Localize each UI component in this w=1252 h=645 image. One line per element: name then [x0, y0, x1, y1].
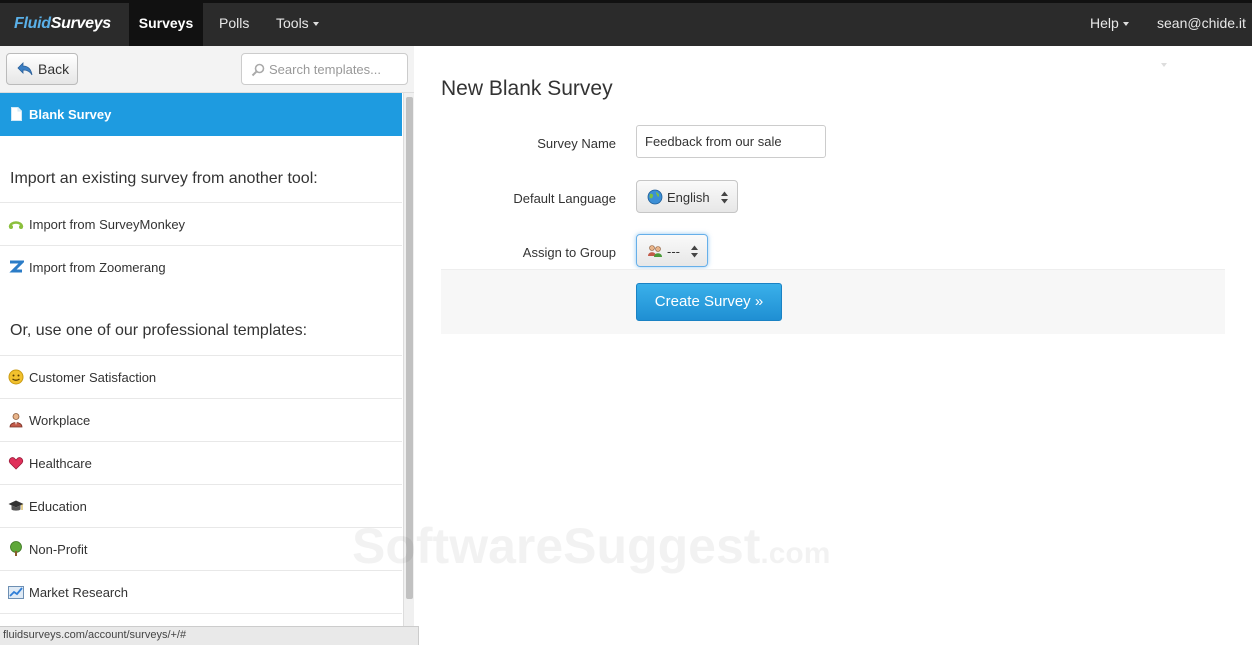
- create-survey-button[interactable]: Create Survey »: [636, 283, 782, 321]
- surveymonkey-icon: [8, 221, 24, 229]
- template-healthcare[interactable]: Healthcare: [0, 441, 402, 484]
- template-market-research[interactable]: Market Research: [0, 570, 402, 613]
- blank-survey-item[interactable]: Blank Survey: [0, 93, 402, 136]
- back-button[interactable]: Back: [6, 53, 78, 85]
- language-value: English: [667, 190, 710, 205]
- form-actions: [441, 269, 1225, 334]
- template-label: Healthcare: [29, 456, 92, 471]
- top-navbar: FluidSurveys Surveys Polls Tools Help se…: [0, 0, 1252, 68]
- group-value: ---: [667, 244, 680, 259]
- caret-down-icon: [312, 22, 319, 27]
- sidebar-toolbar: Back: [0, 46, 414, 93]
- search-icon: [251, 63, 265, 77]
- import-surveymonkey-item[interactable]: Import from SurveyMonkey: [0, 202, 402, 245]
- nav-surveys[interactable]: Surveys: [129, 3, 203, 46]
- nav-polls[interactable]: Polls: [206, 3, 262, 46]
- template-workplace[interactable]: Workplace: [0, 398, 402, 441]
- globe-icon: [647, 189, 663, 205]
- back-arrow-icon: [17, 62, 33, 76]
- import-zoomerang-item[interactable]: Import from Zoomerang: [0, 245, 402, 288]
- template-label: Non-Profit: [29, 542, 88, 557]
- watermark-suffix: .com: [760, 537, 831, 570]
- smiley-icon: [8, 369, 24, 385]
- survey-name-input[interactable]: [636, 125, 826, 158]
- template-search[interactable]: [241, 53, 408, 85]
- back-button-label: Back: [38, 61, 70, 77]
- template-non-profit[interactable]: Non-Profit: [0, 527, 402, 570]
- template-education[interactable]: Education: [0, 484, 402, 527]
- blank-survey-label: Blank Survey: [29, 107, 112, 122]
- brand-part-surveys: Surveys: [50, 15, 111, 32]
- template-customer-satisfaction[interactable]: Customer Satisfaction: [0, 355, 402, 398]
- watermark: SoftwareSuggest.com: [352, 517, 830, 575]
- assign-group-label: Assign to Group: [522, 245, 616, 260]
- import-surveymonkey-label: Import from SurveyMonkey: [29, 217, 186, 232]
- language-select[interactable]: English: [636, 180, 738, 213]
- template-label: Market Research: [29, 585, 128, 600]
- template-label: Education: [29, 499, 87, 514]
- brand-part-fluid: Fluid: [14, 15, 51, 32]
- survey-name-label: Survey Name: [537, 136, 616, 151]
- tree-icon: [10, 541, 22, 556]
- group-users-icon: [648, 245, 662, 257]
- graduation-cap-icon: [8, 500, 24, 511]
- browser-status-bar: fluidsurveys.com/account/surveys/+/#: [0, 626, 419, 645]
- app-logo[interactable]: FluidSurveys: [14, 15, 111, 33]
- select-arrows-icon: [721, 191, 728, 204]
- caret-down-icon: [1122, 22, 1129, 27]
- page-title: New Blank Survey: [441, 77, 613, 100]
- document-icon: [11, 107, 22, 121]
- worker-icon: [9, 413, 23, 428]
- import-heading: Import an existing survey from another t…: [10, 170, 318, 187]
- nav-user-label: sean@chide.it: [1157, 15, 1246, 31]
- import-zoomerang-label: Import from Zoomerang: [29, 260, 166, 275]
- nav-help[interactable]: Help: [1077, 3, 1142, 46]
- heart-icon: [8, 457, 24, 470]
- default-language-label: Default Language: [513, 191, 616, 206]
- chart-icon: [8, 586, 24, 599]
- zoomerang-icon: [9, 260, 24, 273]
- template-label: Workplace: [29, 413, 91, 428]
- nav-tools[interactable]: Tools: [263, 3, 332, 46]
- nav-user-menu[interactable]: sean@chide.it: [1144, 3, 1252, 68]
- search-input[interactable]: [269, 60, 403, 78]
- watermark-text: SoftwareSuggest: [352, 518, 761, 574]
- select-arrows-icon: [691, 245, 698, 258]
- template-label: Customer Satisfaction: [29, 370, 157, 385]
- templates-heading: Or, use one of our professional template…: [10, 322, 308, 339]
- nav-tools-label: Tools: [276, 15, 309, 31]
- caret-down-icon: [1161, 63, 1167, 68]
- list-divider: [0, 613, 402, 614]
- nav-help-label: Help: [1090, 15, 1119, 31]
- group-select[interactable]: ---: [636, 234, 708, 267]
